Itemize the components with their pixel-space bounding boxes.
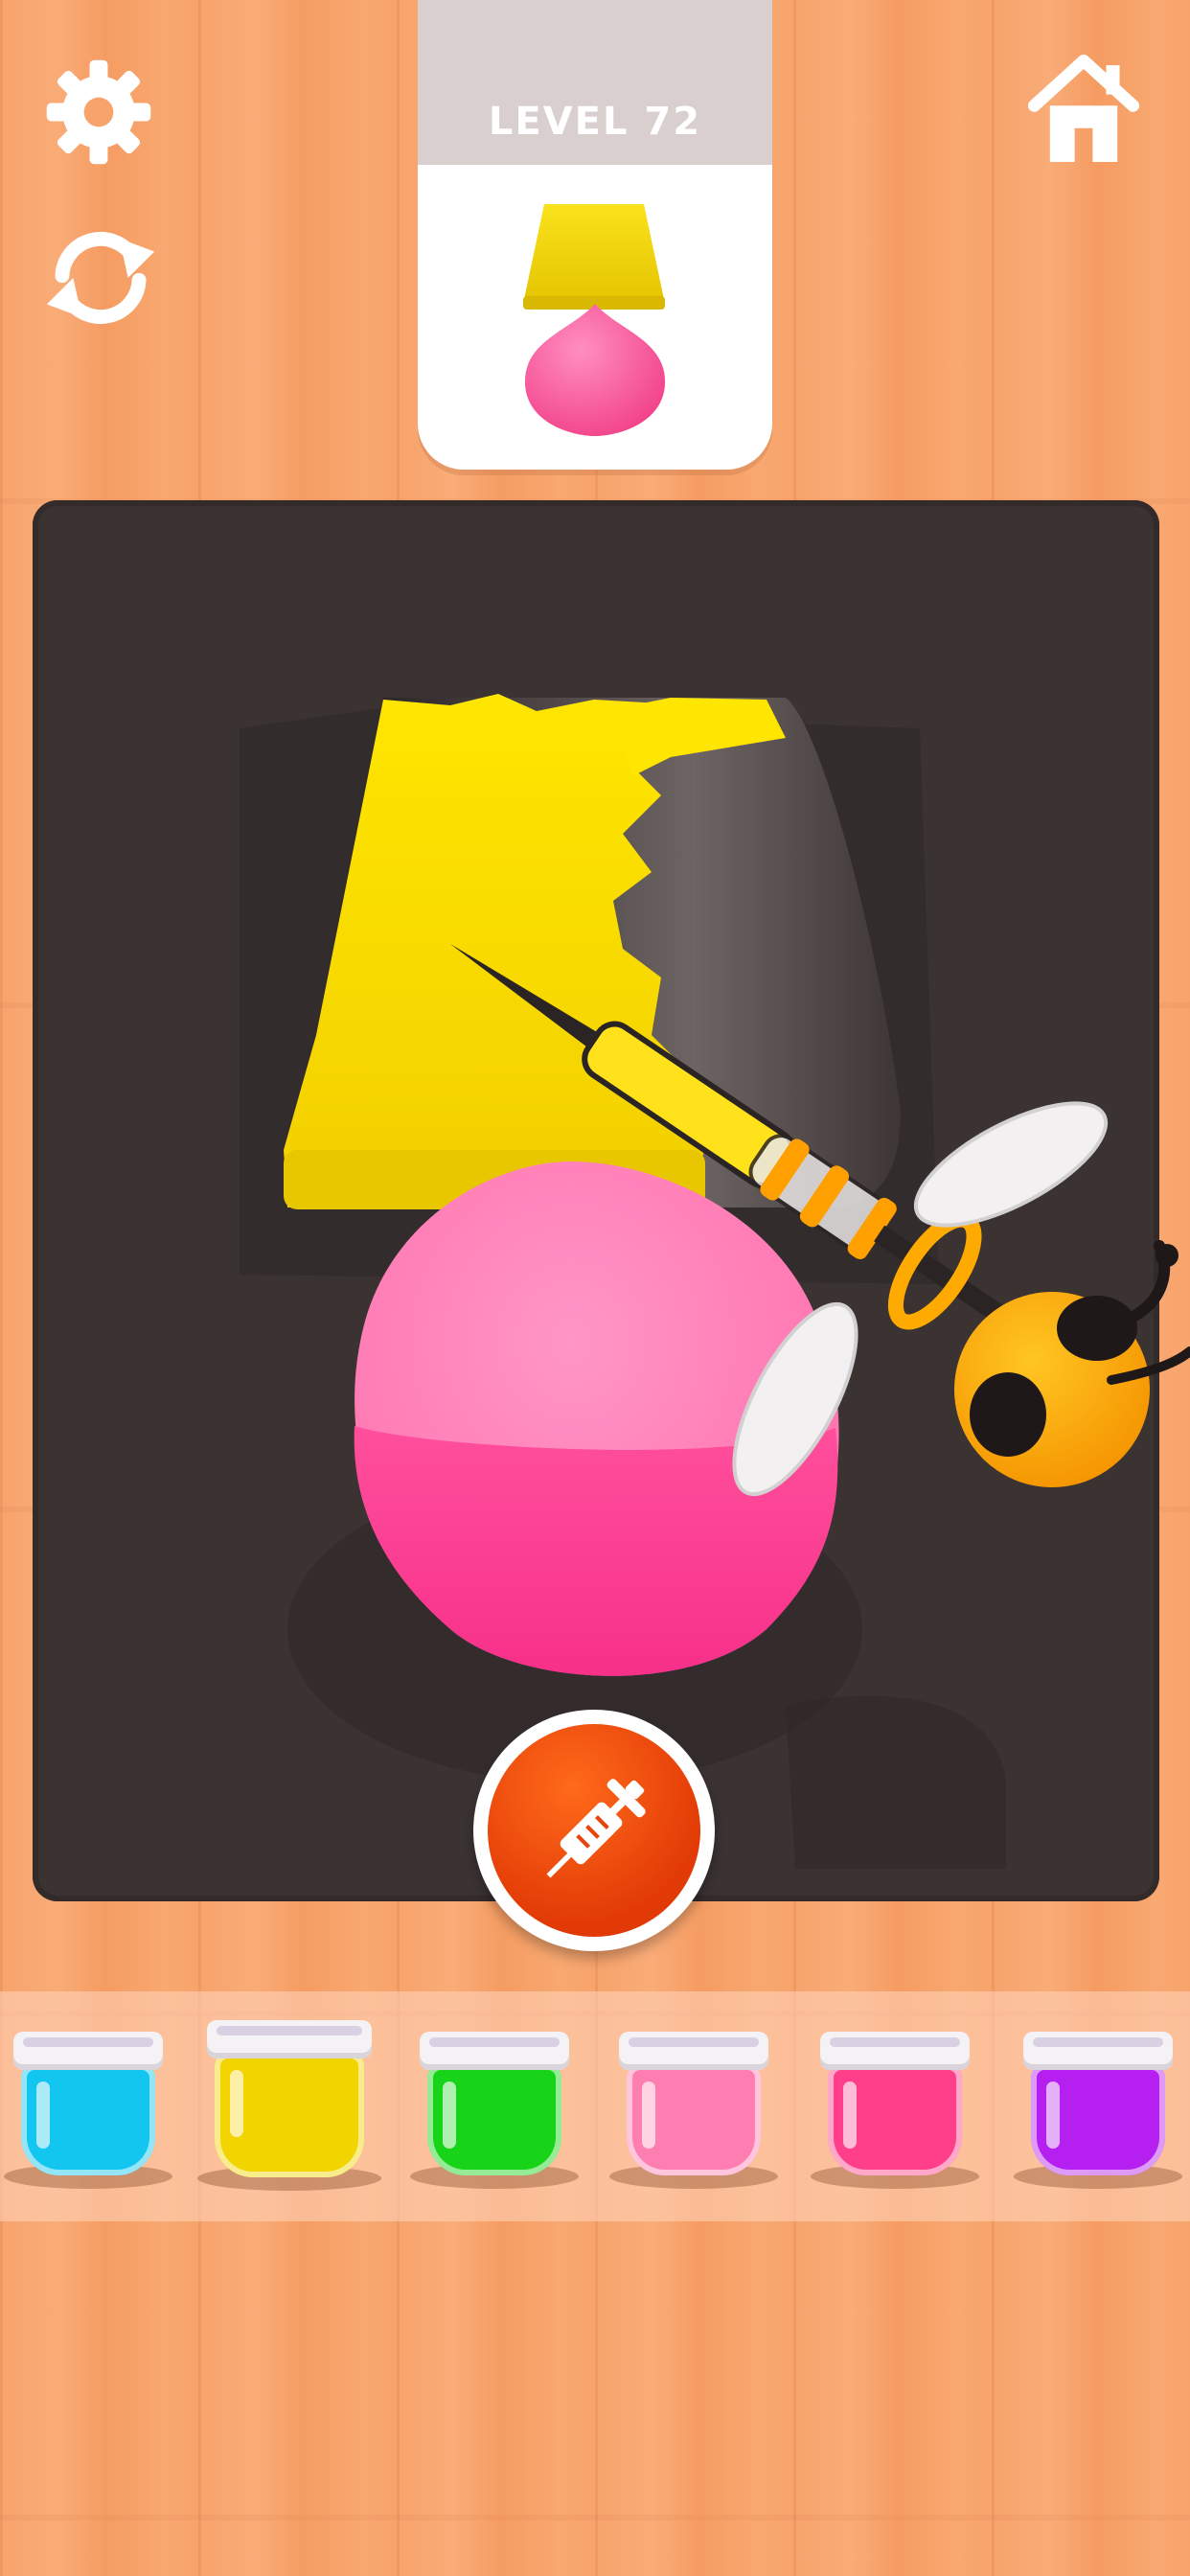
jar-lid	[13, 2032, 163, 2070]
settings-button[interactable]	[42, 56, 155, 169]
jar-paint	[427, 2064, 561, 2175]
paint-jar-light-pink[interactable]	[609, 2032, 778, 2189]
jar-paint	[627, 2064, 761, 2175]
gear-icon	[46, 59, 151, 165]
jar-paint	[21, 2064, 155, 2175]
jar-paint	[1031, 2064, 1165, 2175]
home-button[interactable]	[1027, 52, 1140, 169]
fill-button[interactable]	[473, 1710, 715, 1951]
jar-lid	[619, 2032, 768, 2070]
level-label: LEVEL 72	[488, 100, 702, 144]
jar-lid	[420, 2032, 569, 2070]
refresh-icon	[46, 231, 155, 325]
home-icon	[1027, 54, 1140, 162]
jar-lid	[820, 2032, 970, 2070]
jar-paint	[215, 2053, 364, 2177]
syringe-icon	[546, 1779, 646, 1878]
jar-lid	[207, 2020, 372, 2058]
fill-button-face	[488, 1724, 700, 1937]
level-header: LEVEL 72	[418, 0, 772, 165]
paint-jar-yellow[interactable]	[197, 2020, 381, 2191]
paint-jar-cyan[interactable]	[4, 2032, 172, 2189]
level-card: LEVEL 72	[418, 0, 772, 470]
jar-paint	[828, 2064, 962, 2175]
paint-palette	[0, 1991, 1190, 2221]
paint-jar-green[interactable]	[410, 2032, 579, 2189]
target-lamp-preview	[523, 204, 666, 436]
restart-button[interactable]	[40, 222, 161, 334]
paint-jar-pink[interactable]	[811, 2032, 979, 2189]
paint-jar-purple[interactable]	[1014, 2032, 1182, 2189]
painting-board[interactable]	[33, 500, 1159, 1901]
jar-lid	[1023, 2032, 1173, 2070]
